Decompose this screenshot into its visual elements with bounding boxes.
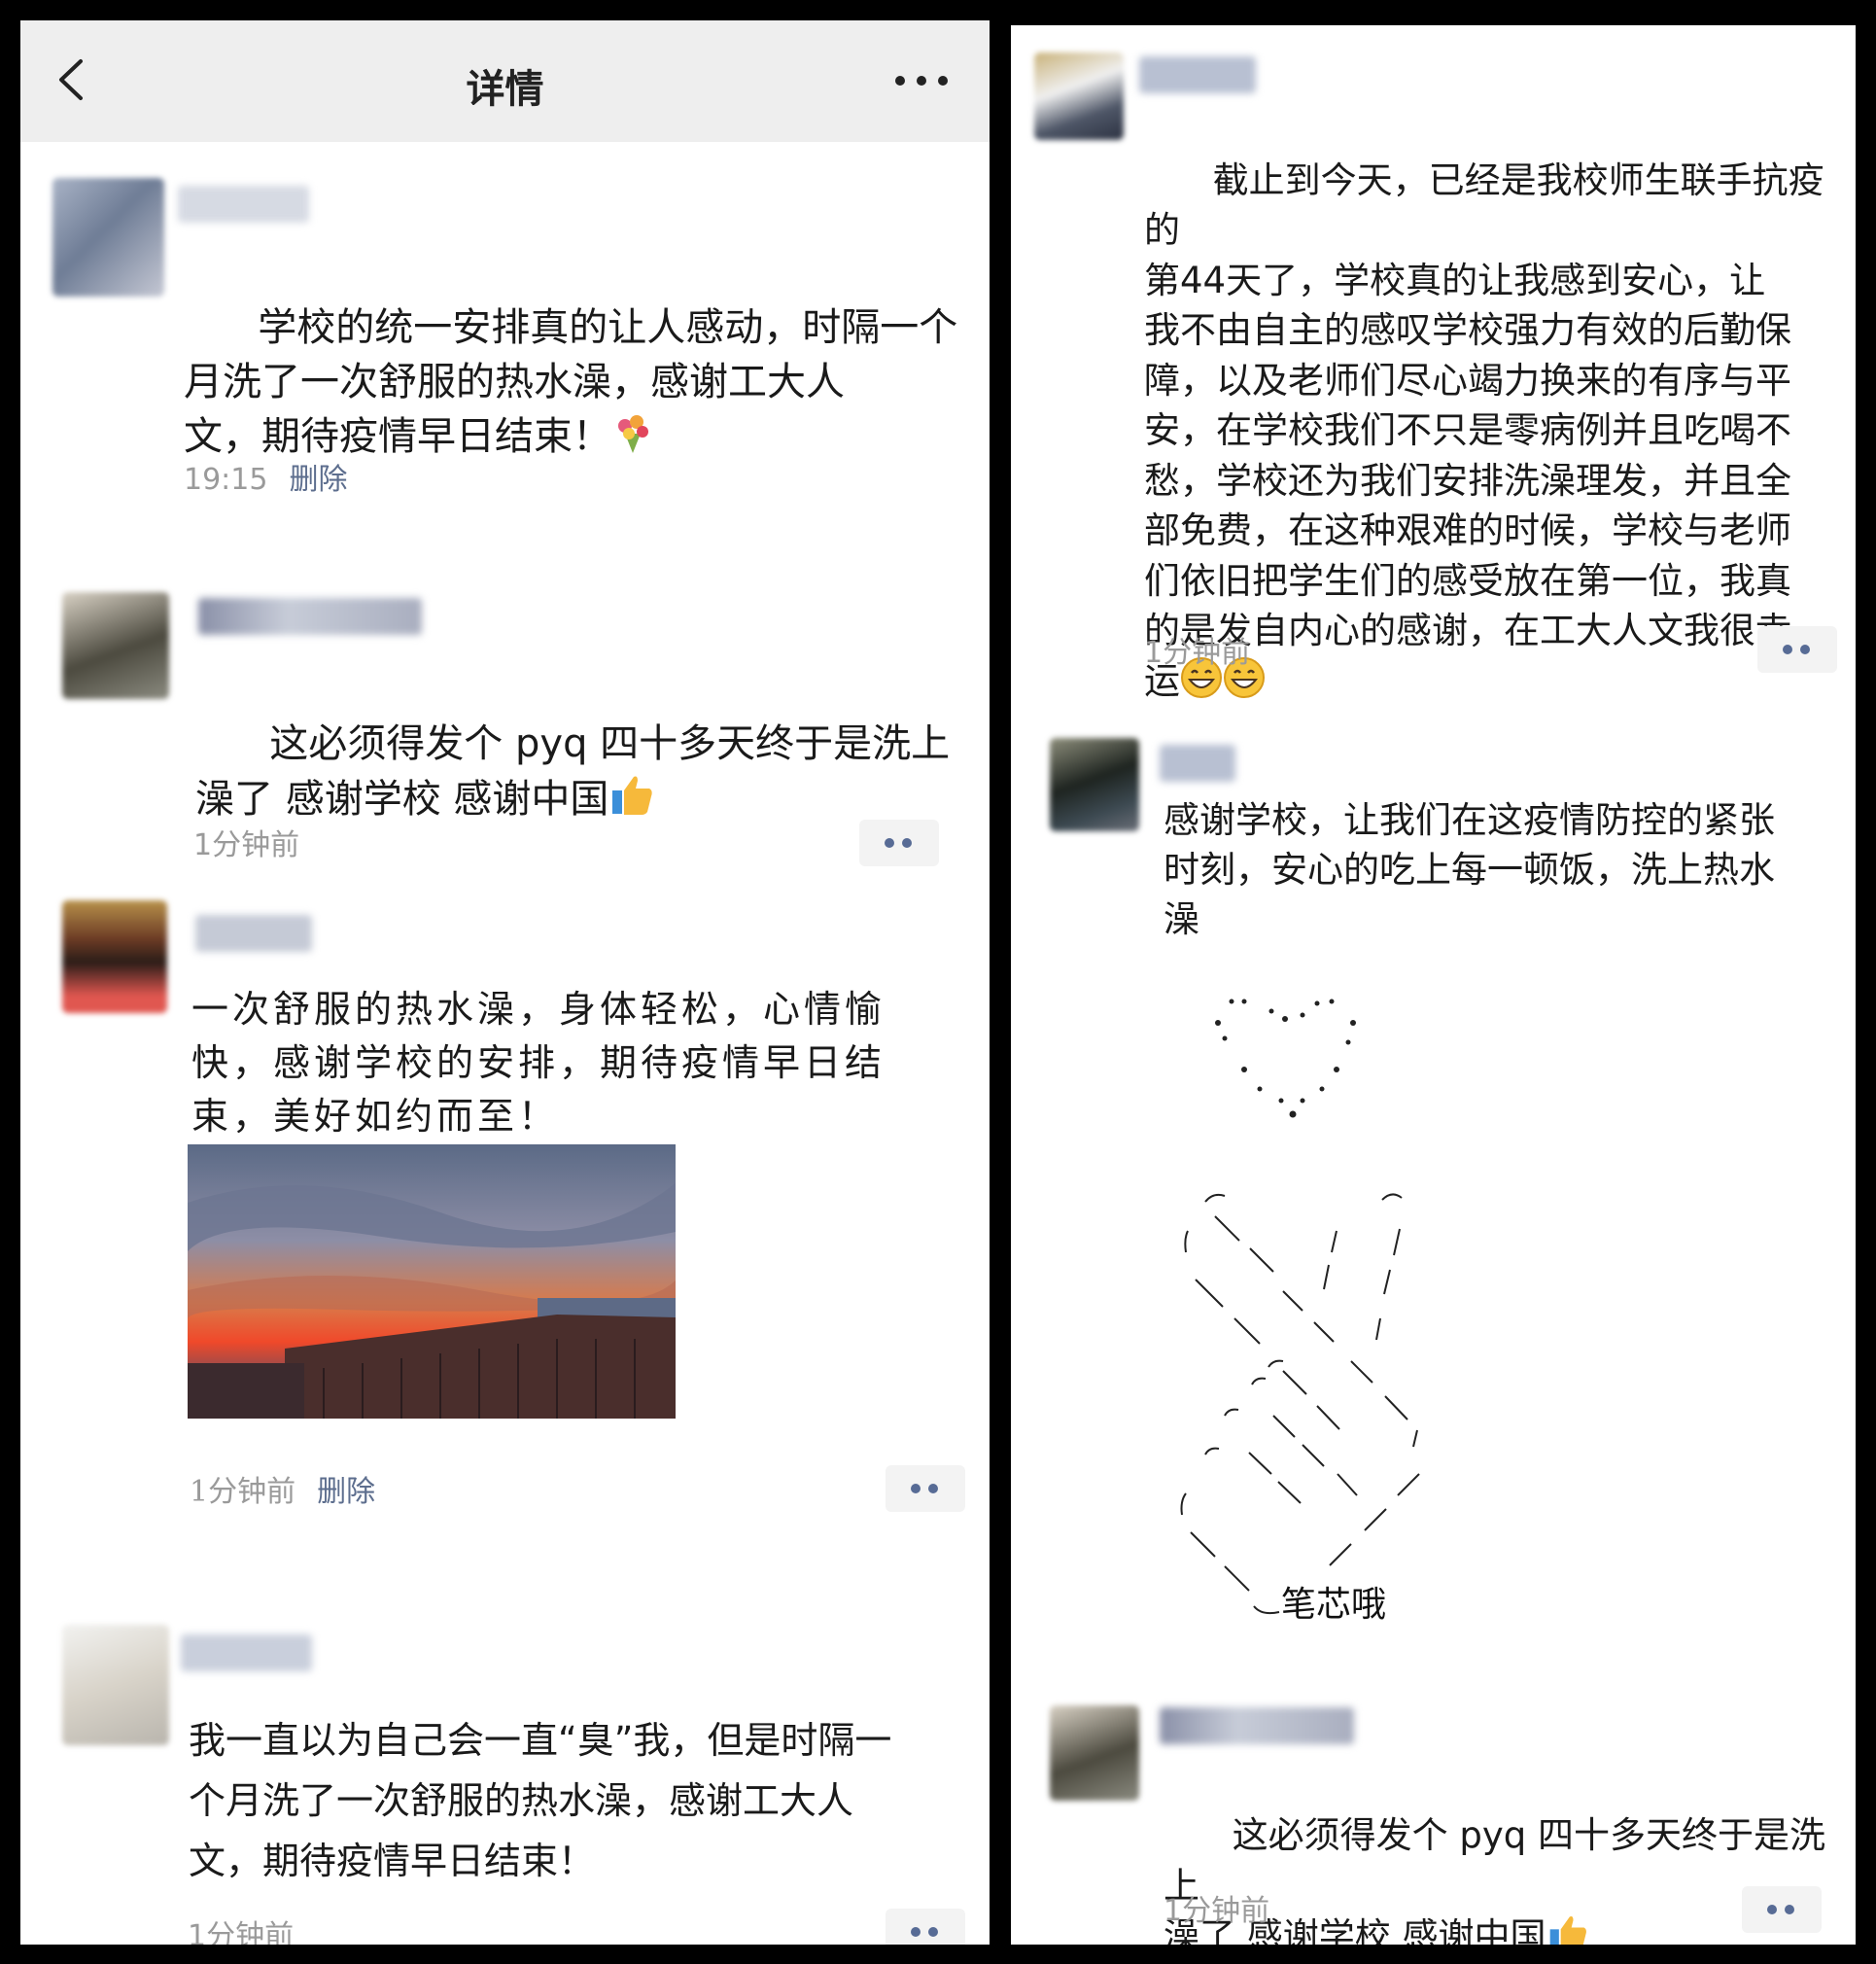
right-screenshot-panel: 截止到今天，已经是我校师生联手抗疫的 第44天了，学校真的让我感到安心，让 我不… <box>1011 25 1856 1945</box>
avatar[interactable] <box>1050 1705 1139 1801</box>
username-blurred[interactable] <box>1160 1707 1354 1744</box>
left-screenshot-panel: 详情 学校的统一安排真的让人感动，时隔一个 月洗了一次舒服的热水澡，感谢工大人 … <box>20 20 990 1945</box>
post-text: 我一直以为自己会一直“臭”我，但是时隔一 个月洗了一次舒服的热水澡，感谢工大人 … <box>189 1719 892 1882</box>
timestamp: 1分钟前 <box>188 1919 295 1945</box>
username-blurred[interactable] <box>181 1634 312 1671</box>
timestamp: 1分钟前 <box>1164 1894 1270 1928</box>
post-4: 我一直以为自己会一直“臭”我，但是时隔一 个月洗了一次舒服的热水澡，感谢工大人 … <box>20 20 990 1945</box>
more-button[interactable] <box>886 1909 965 1945</box>
more-button[interactable] <box>1742 1886 1822 1933</box>
post-meta: 1分钟前 <box>1164 1886 1269 1929</box>
post-meta: 1分钟前 <box>188 1911 294 1945</box>
thumbs-up-icon <box>1549 1916 1586 1945</box>
post-c: 这必须得发个 pyq 四十多天终于是洗上 澡了 感谢学校 感谢中国 1分钟前 <box>1011 25 1856 1945</box>
avatar[interactable] <box>62 1625 169 1745</box>
